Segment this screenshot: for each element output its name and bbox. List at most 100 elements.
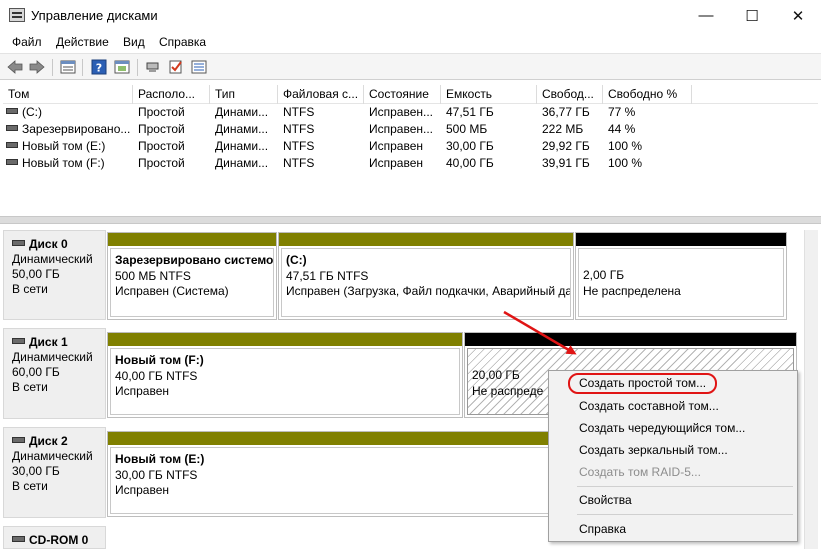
cell-type: Динами... [215, 156, 269, 170]
menu-view[interactable]: Вид [123, 35, 145, 49]
svg-text:?: ? [96, 62, 102, 75]
disk-icon [12, 338, 25, 344]
partition-title: (C:) [286, 253, 307, 267]
menu-create-mirrored-volume[interactable]: Создать зеркальный том... [579, 443, 728, 457]
volume-row-c[interactable]: (C:) Простой Динами... NTFS Исправен... … [3, 104, 818, 121]
help-icon[interactable]: ? [90, 58, 108, 76]
menu-file[interactable]: Файл [12, 35, 42, 49]
disk-name: Диск 1 [29, 335, 68, 349]
menu-bar: Файл Действие Вид Справка [0, 31, 821, 53]
disk-name: CD-ROM 0 [29, 533, 89, 547]
cell-type: Динами... [215, 105, 269, 119]
cell-free-space: 222 МБ [542, 122, 584, 136]
partition-title: Зарезервировано системо [115, 253, 274, 267]
disk-status: В сети [12, 479, 48, 493]
cell-layout: Простой [138, 156, 185, 170]
cell-status: Исправен... [369, 122, 434, 136]
allocated-bar [279, 233, 573, 246]
back-icon[interactable] [6, 58, 24, 76]
maximize-button[interactable]: ☐ [729, 0, 775, 31]
cell-free-percent: 44 % [608, 122, 636, 136]
disk-1-label[interactable]: Диск 1 Динамический 60,00 ГБ В сети [3, 328, 106, 419]
disk-0-label[interactable]: Диск 0 Динамический 50,00 ГБ В сети [3, 230, 106, 320]
partition-state: Исправен [115, 384, 170, 398]
partition-c[interactable]: (C:) 47,51 ГБ NTFS Исправен (Загрузка, Ф… [278, 232, 574, 320]
disk-kind: Динамический [12, 252, 93, 266]
cell-volume: Новый том (E:) [6, 139, 133, 153]
disk-management-app-icon [9, 8, 25, 22]
window-title: Управление дисками [31, 8, 158, 23]
column-header-free-space[interactable]: Свобод... [537, 85, 603, 104]
toolbar: ? [0, 53, 821, 80]
disk-size: 60,00 ГБ [12, 365, 60, 379]
partition-size: 2,00 ГБ [583, 268, 625, 282]
cell-status: Исправен [369, 139, 424, 153]
forward-icon[interactable] [28, 58, 46, 76]
cell-layout: Простой [138, 122, 185, 136]
volume-row-reserved[interactable]: Зарезервировано... Простой Динами... NTF… [3, 121, 818, 138]
highlight-ring [568, 373, 717, 394]
menu-create-spanned-volume[interactable]: Создать составной том... [579, 399, 719, 413]
toolbar-separator [82, 59, 83, 76]
column-header-volume[interactable]: Том [3, 85, 133, 104]
toolbar-separator [52, 59, 53, 76]
vertical-scrollbar[interactable] [804, 230, 818, 549]
list-icon[interactable] [59, 58, 77, 76]
cell-filesystem: NTFS [283, 139, 315, 153]
cell-volume: Новый том (F:) [6, 156, 133, 170]
cell-free-percent: 77 % [608, 105, 636, 119]
column-header-capacity[interactable]: Емкость [441, 85, 537, 104]
disk-size: 30,00 ГБ [12, 464, 60, 478]
cell-layout: Простой [138, 105, 185, 119]
disk-2-label[interactable]: Диск 2 Динамический 30,00 ГБ В сети [3, 427, 106, 518]
menu-help-item[interactable]: Справка [579, 522, 626, 536]
cell-free-percent: 100 % [608, 139, 643, 153]
cdrom-icon [12, 536, 25, 542]
disk-kind: Динамический [12, 350, 93, 364]
cell-filesystem: NTFS [283, 105, 315, 119]
volume-row-f[interactable]: Новый том (F:) Простой Динами... NTFS Ис… [3, 155, 818, 172]
drive-icon [6, 125, 18, 131]
cell-capacity: 40,00 ГБ [446, 156, 494, 170]
menu-action[interactable]: Действие [56, 35, 109, 49]
minimize-button[interactable]: — [683, 0, 729, 31]
cell-type: Динами... [215, 139, 269, 153]
drive-icon [6, 142, 18, 148]
partition-reserved[interactable]: Зарезервировано системо 500 МБ NTFS Испр… [107, 232, 277, 320]
cell-capacity: 500 МБ [446, 122, 488, 136]
drive-icon [6, 159, 18, 165]
menu-help[interactable]: Справка [159, 35, 206, 49]
cell-layout: Простой [138, 139, 185, 153]
partition-size: 47,51 ГБ NTFS [286, 268, 369, 283]
column-header-type[interactable]: Тип [210, 85, 278, 104]
column-header-free-percent[interactable]: Свободно % [603, 85, 692, 104]
pane-splitter[interactable] [0, 216, 821, 224]
cell-free-space: 29,92 ГБ [542, 139, 590, 153]
partition-unallocated-disk0[interactable]: 2,00 ГБ Не распределена [575, 232, 787, 320]
cell-status: Исправен [369, 156, 424, 170]
menu-create-raid5-volume: Создать том RAID-5... [579, 465, 701, 479]
cdrom-0-label[interactable]: CD-ROM 0 [3, 526, 106, 549]
partition-state: Исправен (Система) [115, 284, 229, 298]
disk-kind: Динамический [12, 449, 93, 463]
partition-f[interactable]: Новый том (F:) 40,00 ГБ NTFS Исправен [107, 332, 463, 418]
close-button[interactable]: ✕ [775, 0, 821, 31]
menu-create-striped-volume[interactable]: Создать чередующийся том... [579, 421, 745, 435]
properties-icon[interactable] [113, 58, 131, 76]
column-header-layout[interactable]: Располо... [133, 85, 210, 104]
partition-state: Не распределена [583, 283, 681, 298]
cell-free-percent: 100 % [608, 156, 643, 170]
volume-row-e[interactable]: Новый том (E:) Простой Динами... NTFS Ис… [3, 138, 818, 155]
connect-icon[interactable] [144, 58, 162, 76]
disk-name: Диск 0 [29, 237, 68, 251]
settings-list-icon[interactable] [190, 58, 208, 76]
cell-filesystem: NTFS [283, 156, 315, 170]
cell-volume: (C:) [6, 105, 130, 119]
menu-properties[interactable]: Свойства [579, 493, 632, 507]
column-header-filesystem[interactable]: Файловая с... [278, 85, 364, 104]
partition-size: 40,00 ГБ NTFS [115, 368, 198, 383]
disk-status: В сети [12, 380, 48, 394]
checkmark-icon[interactable] [167, 58, 185, 76]
cell-type: Динами... [215, 122, 269, 136]
column-header-status[interactable]: Состояние [364, 85, 441, 104]
